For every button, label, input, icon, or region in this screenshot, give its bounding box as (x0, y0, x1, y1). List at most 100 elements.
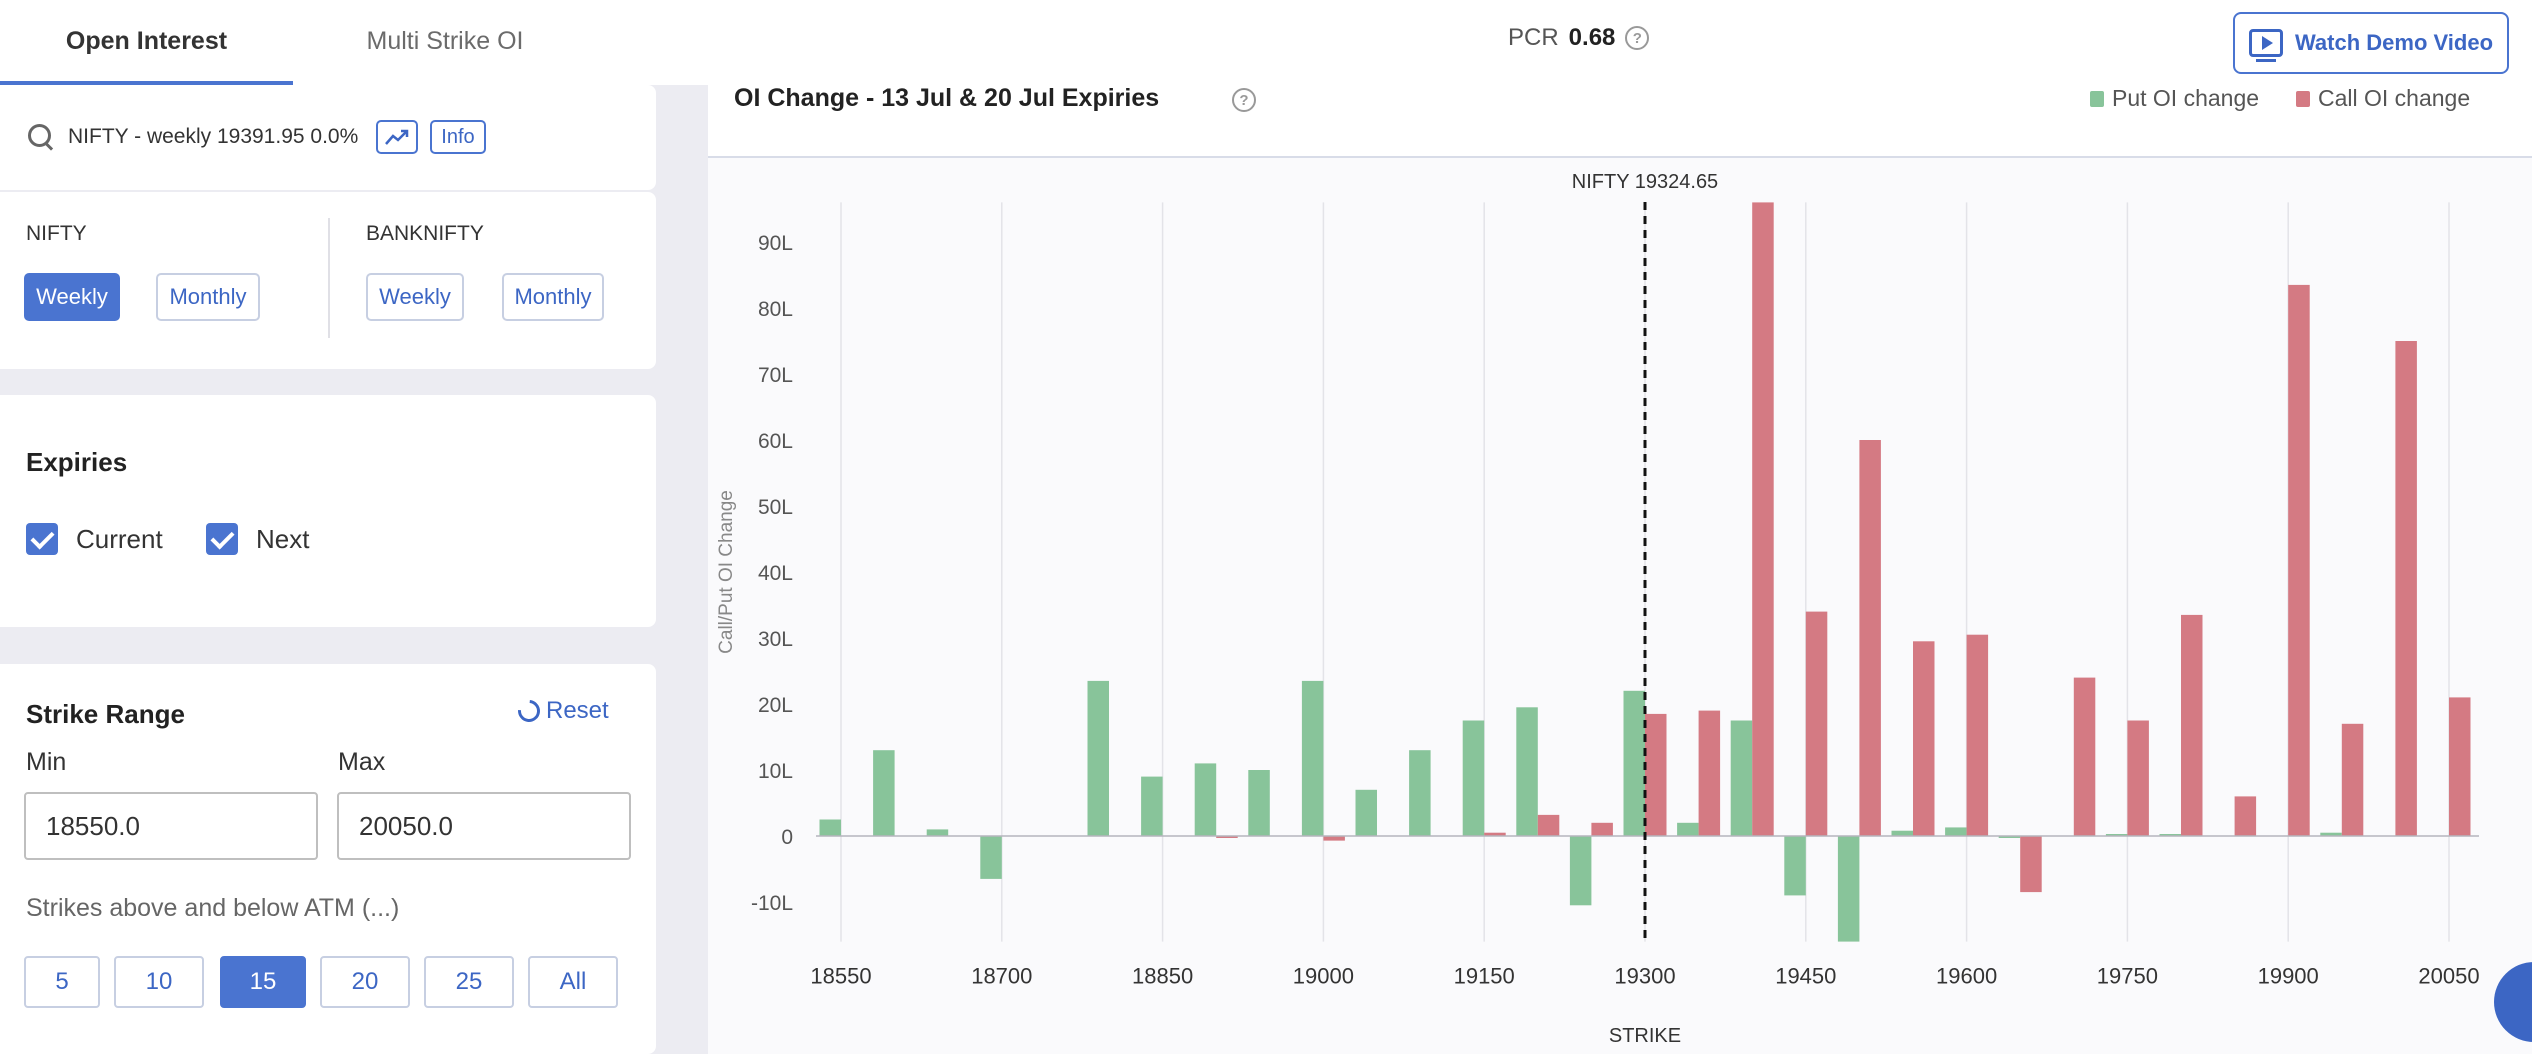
call-oi-bar (2127, 720, 2149, 836)
y-tick-label: 60L (758, 430, 793, 453)
watch-demo-label: Watch Demo Video (2294, 30, 2494, 55)
put-oi-bar (1891, 830, 1913, 836)
strikes-25-button[interactable]: 25 (424, 956, 514, 1008)
legend-call[interactable]: Call OI change (2296, 85, 2470, 112)
put-oi-bar (1569, 836, 1592, 906)
y-tick-label: 40L (758, 562, 793, 585)
banknifty-weekly-button[interactable]: Weekly (366, 273, 464, 321)
checkbox-checked-icon[interactable] (26, 523, 58, 555)
strikes-all-button[interactable]: All (528, 956, 618, 1008)
put-oi-bar (1837, 836, 1860, 942)
call-oi-bar (1913, 641, 1935, 836)
reset-button[interactable]: Reset (513, 695, 609, 727)
put-oi-bar (1141, 776, 1163, 836)
call-oi-bar (2181, 614, 2203, 836)
y-tick-label: 30L (758, 628, 793, 651)
legend-call-swatch (2296, 90, 2310, 107)
x-tick-label: 18850 (1132, 964, 1193, 989)
put-oi-bar (873, 750, 895, 836)
x-tick-label: 19000 (1293, 964, 1354, 989)
y-tick-label: 90L (758, 232, 793, 255)
max-label: Max (338, 748, 386, 776)
instrument-text[interactable]: NIFTY - weekly 19391.95 0.0% (68, 125, 358, 149)
y-tick-label: 70L (758, 364, 793, 387)
chart-title: OI Change - 13 Jul & 20 Jul Expiries (734, 84, 1160, 112)
watch-demo-video-button[interactable]: Watch Demo Video (2233, 12, 2509, 74)
put-oi-bar (1730, 720, 1753, 836)
strikes-10-button[interactable]: 10 (114, 956, 204, 1008)
expiry-current-label: Current (76, 523, 163, 554)
x-tick-label: 19600 (1936, 964, 1997, 989)
put-oi-bar (1784, 836, 1806, 896)
call-oi-bar (2020, 836, 2042, 893)
strikes-20-button[interactable]: 20 (320, 956, 410, 1008)
put-oi-bar (1623, 690, 1645, 836)
put-oi-bar (1516, 707, 1538, 836)
call-oi-bar (1966, 634, 1989, 836)
help-icon[interactable]: ? (1625, 26, 1650, 50)
strikes-5-button[interactable]: 5 (24, 956, 100, 1008)
nifty-weekly-button[interactable]: Weekly (24, 273, 120, 321)
nifty-label: NIFTY (26, 222, 87, 245)
tab-open-interest[interactable]: Open Interest (0, 0, 293, 85)
x-tick-label: 18700 (971, 964, 1032, 989)
instrument-search[interactable]: NIFTY - weekly 19391.95 0.0% Info (26, 120, 486, 154)
call-oi-bar (1591, 822, 1613, 836)
expiries-title: Expiries (26, 447, 128, 477)
tab-multi-strike-oi[interactable]: Multi Strike OI (300, 0, 590, 85)
info-button[interactable]: Info (430, 120, 486, 154)
call-oi-bar (2395, 341, 2417, 836)
oi-change-chart: 18550 18700 18850 19000 19150 19300 19450 19600… (716, 171, 2480, 1047)
x-tick-label: 19900 (2258, 964, 2319, 989)
legend-call-label: Call OI change (2318, 85, 2471, 111)
y-axis-label: Call/Put OI Change (716, 490, 737, 654)
put-oi-bar (980, 836, 1002, 879)
x-tick-label: 19300 (1614, 964, 1675, 989)
expiry-next-label: Next (256, 523, 310, 554)
call-oi-bar (2341, 723, 2364, 836)
search-icon[interactable] (26, 122, 56, 152)
banknifty-label: BANKNIFTY (366, 222, 484, 245)
spot-price-label: NIFTY 19324.65 (1572, 171, 1718, 193)
top-bar: Open Interest Multi Strike OI PCR 0.68 ?… (0, 0, 2532, 85)
checkbox-checked-icon[interactable] (206, 523, 238, 555)
call-oi-bar (1537, 814, 1560, 836)
put-oi-bar (1462, 720, 1485, 836)
legend-put-swatch (2090, 90, 2104, 107)
play-video-icon (2248, 29, 2283, 62)
call-oi-bar (1805, 611, 1828, 836)
y-tick-label: -10L (751, 892, 793, 915)
banknifty-monthly-button[interactable]: Monthly (502, 273, 604, 321)
expiry-next-checkbox[interactable]: Next (206, 523, 309, 555)
strikes-15-button[interactable]: 15 (220, 956, 306, 1008)
call-oi-bar (2449, 697, 2471, 836)
min-strike-input[interactable] (24, 792, 318, 860)
x-tick-label: 18550 (810, 964, 871, 989)
reset-label: Reset (546, 697, 609, 724)
x-tick-label: 19150 (1454, 964, 1515, 989)
put-oi-bar (819, 819, 841, 836)
help-icon[interactable]: ? (1232, 88, 1256, 112)
max-strike-input[interactable] (337, 792, 631, 860)
refresh-icon (513, 695, 545, 727)
y-tick-label: 80L (758, 298, 793, 321)
nifty-monthly-button[interactable]: Monthly (156, 273, 260, 321)
min-label: Min (26, 748, 67, 776)
call-oi-bar (2234, 796, 2257, 836)
call-oi-bar (1645, 713, 1667, 836)
put-oi-bar (1194, 763, 1217, 836)
x-axis-label: STRIKE (1609, 1025, 1681, 1047)
put-oi-bar (1409, 750, 1431, 836)
put-oi-bar (1087, 680, 1109, 836)
expiry-current-checkbox[interactable]: Current (26, 523, 163, 555)
trend-chart-button[interactable] (376, 120, 419, 154)
call-oi-bar (1859, 440, 1881, 836)
x-tick-label: 20050 (2418, 964, 2479, 989)
divider (328, 218, 330, 338)
call-oi-bar (2073, 677, 2096, 836)
put-oi-bar (1248, 770, 1270, 836)
legend-put[interactable]: Put OI change (2090, 85, 2259, 112)
legend-put-label: Put OI change (2112, 85, 2260, 111)
pcr-indicator: PCR 0.68 ? (1508, 24, 1650, 52)
put-oi-bar (1301, 680, 1324, 836)
